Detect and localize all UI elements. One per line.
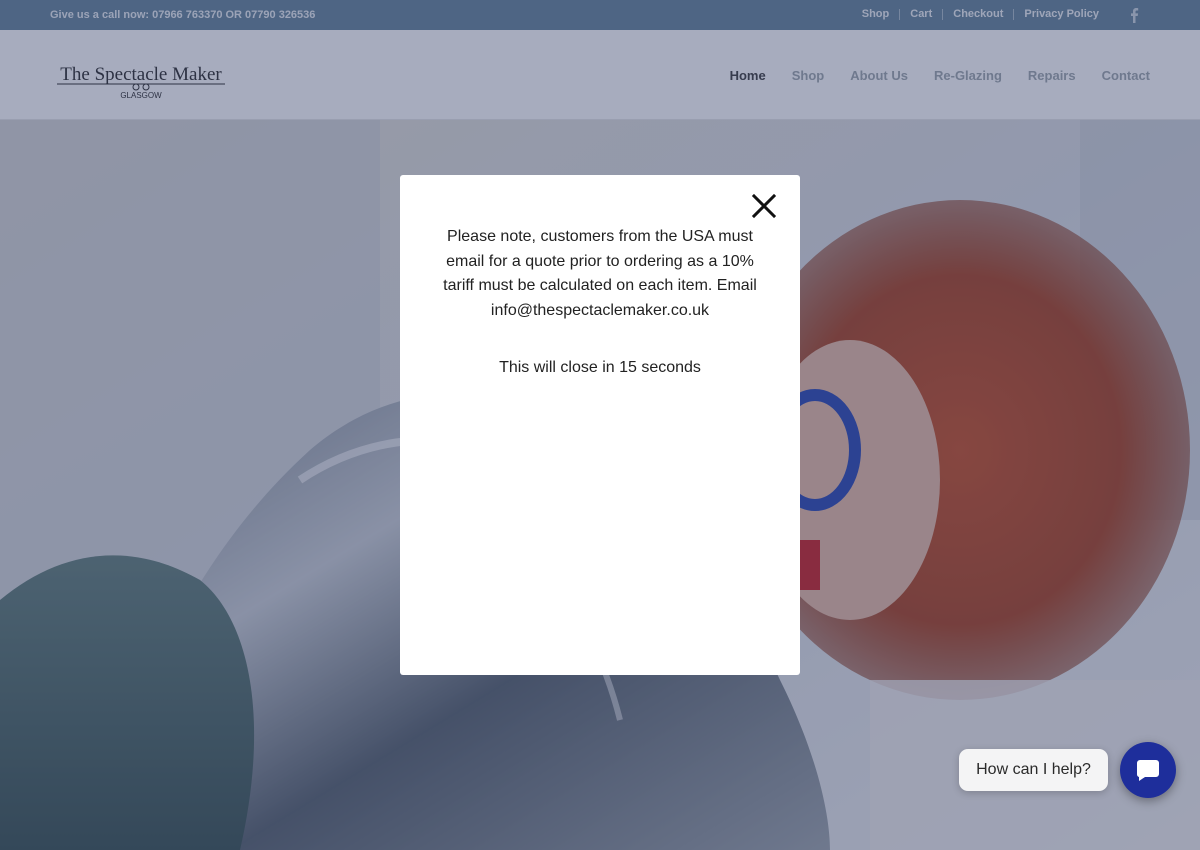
chat-launcher-button[interactable] [1120, 742, 1176, 798]
chat-bubble-icon [1136, 760, 1159, 781]
usa-notice-modal: Please note, customers from the USA must… [400, 175, 800, 675]
modal-timer: This will close in 15 seconds [499, 359, 701, 376]
modal-message: Please note, customers from the USA must… [443, 228, 757, 319]
chat-prompt-bubble[interactable]: How can I help? [959, 749, 1108, 791]
close-icon[interactable] [751, 193, 777, 219]
